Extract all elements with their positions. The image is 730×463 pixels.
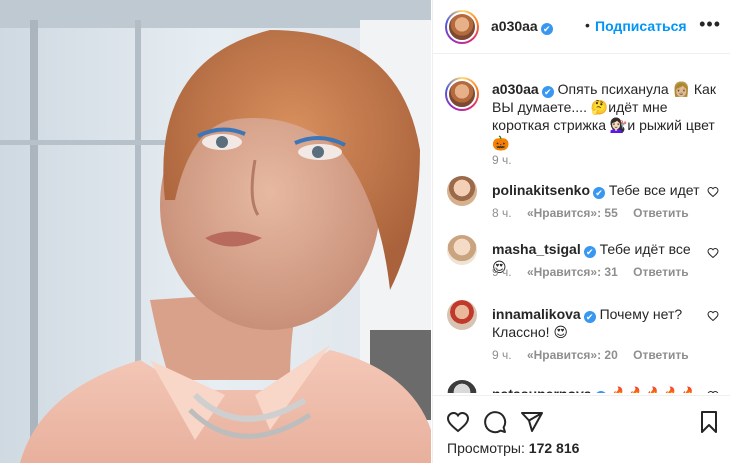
comment-time[interactable]: 9 ч. [492, 265, 512, 279]
avatar-image [447, 12, 477, 42]
comment-username[interactable]: polinakitsenko [492, 182, 590, 198]
portrait-image [0, 0, 431, 463]
more-options-icon[interactable]: ••• [699, 14, 721, 35]
verified-badge-icon: ✔ [583, 311, 596, 323]
like-comment-heart-icon[interactable] [707, 247, 719, 259]
comment-icon[interactable] [483, 410, 507, 434]
comment-time[interactable]: 8 ч. [492, 206, 512, 220]
comment-text: Тебе все идет [608, 182, 700, 198]
header-separator: • [585, 17, 590, 33]
comment-avatar[interactable] [447, 235, 477, 265]
views-counter: Просмотры: 172 816 [447, 440, 579, 456]
comment-item: polinakitsenko ✔ Тебе все идет 8 ч. «Нрав… [445, 176, 725, 236]
views-label: Просмотры: [447, 440, 525, 456]
post-side-panel: a030aa ✔ • Подписаться ••• a030aa ✔ Опять … [432, 0, 730, 463]
verified-badge-icon: ✔ [583, 246, 596, 258]
comment-username[interactable]: innamalikova [492, 306, 581, 322]
author-avatar[interactable] [445, 10, 479, 44]
verified-badge-icon: ✔ [541, 86, 554, 98]
avatar-image [447, 79, 477, 109]
comment-likes[interactable]: «Нравится»: 31 [527, 265, 618, 279]
comment-avatar[interactable] [447, 300, 477, 330]
comment-body: polinakitsenko ✔ Тебе все идет [492, 181, 702, 199]
author-username[interactable]: a030aa [491, 18, 538, 34]
comment-likes[interactable]: «Нравится»: 20 [527, 348, 618, 362]
verified-badge-icon: ✔ [593, 187, 606, 199]
comment-avatar[interactable] [447, 380, 477, 393]
heart-icon[interactable] [446, 410, 470, 434]
reply-button[interactable]: Ответить [633, 265, 688, 279]
comment-username[interactable]: natasupernova [492, 386, 592, 393]
comment-meta: 8 ч. «Нравится»: 55 Ответить [492, 206, 701, 220]
like-comment-heart-icon[interactable] [707, 390, 719, 393]
bookmark-icon[interactable] [697, 410, 721, 434]
verified-badge-icon: ✔ [594, 391, 607, 393]
comments-list[interactable]: a030aa ✔ Опять психанула 👩🏼 Как ВЫ думает… [433, 55, 730, 393]
comment-item: masha_tsigal ✔ Тебе идёт все 😍 9 ч. «Нрав… [445, 235, 725, 295]
like-comment-heart-icon[interactable] [707, 310, 719, 322]
like-comment-heart-icon[interactable] [707, 186, 719, 198]
author-username-block[interactable]: a030aa ✔ [491, 18, 553, 36]
comment-time[interactable]: 9 ч. [492, 348, 512, 362]
comment-item: innamalikova ✔ Почему нет? Классно! 😍 9 ч… [445, 300, 725, 370]
caption-text-block: a030aa ✔ Опять психанула 👩🏼 Как ВЫ думает… [492, 80, 724, 152]
comment-likes[interactable]: «Нравится»: 55 [527, 206, 618, 220]
comment-item: natasupernova✔ 🔥🔥🔥🔥🔥🔥🔥 [445, 380, 725, 393]
share-icon[interactable] [520, 410, 544, 434]
caption-username[interactable]: a030aa [492, 81, 539, 97]
follow-button[interactable]: Подписаться [595, 18, 687, 34]
comment-meta: 9 ч. «Нравится»: 31 Ответить [492, 265, 701, 279]
caption-time[interactable]: 9 ч. [492, 153, 512, 167]
verified-badge-icon: ✔ [540, 23, 553, 35]
post-actions-bar: Просмотры: 172 816 [433, 395, 730, 463]
comment-username[interactable]: masha_tsigal [492, 241, 581, 257]
comment-body: natasupernova✔ 🔥🔥🔥🔥🔥🔥🔥 [492, 385, 702, 393]
reply-button[interactable]: Ответить [633, 348, 688, 362]
post-header: a030aa ✔ • Подписаться ••• [433, 0, 730, 54]
comment-meta: 9 ч. «Нравится»: 20 Ответить [492, 348, 701, 362]
reply-button[interactable]: Ответить [633, 206, 688, 220]
views-count: 172 816 [528, 440, 580, 456]
post-photo[interactable] [0, 0, 431, 463]
caption-avatar[interactable] [445, 77, 479, 111]
comment-avatar[interactable] [447, 176, 477, 206]
comment-body: innamalikova ✔ Почему нет? Классно! 😍 [492, 305, 702, 341]
